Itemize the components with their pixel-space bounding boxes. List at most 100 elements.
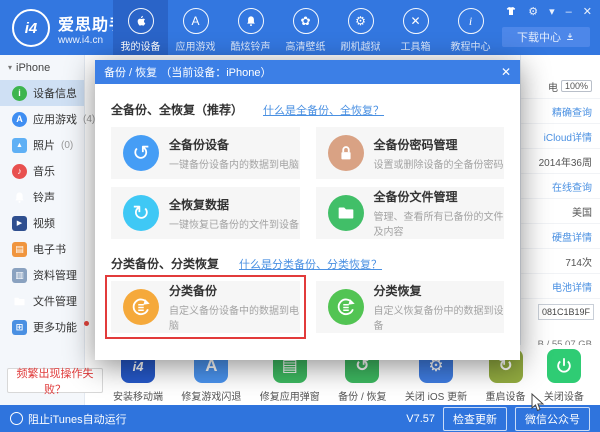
tab-label: 我的设备 xyxy=(121,38,161,53)
sidebar-item-videos[interactable]: ▶ 视频 xyxy=(0,210,84,236)
disk-detail-link[interactable]: 硬盘详情 xyxy=(521,224,600,249)
sidebar-item-label: 电子书 xyxy=(33,241,66,257)
flower-icon: ✿ xyxy=(293,8,319,34)
tool-label: 重启设备 xyxy=(486,388,526,403)
backup-password-card[interactable]: 全备份密码管理 设置或删除设备的全备份密码 xyxy=(316,127,505,179)
card-title: 分类备份 xyxy=(169,282,300,299)
full-restore-data-card[interactable]: ↻ 全恢复数据 一键恢复已备份的文件到设备 xyxy=(111,187,300,239)
category-backup-icon xyxy=(123,289,159,325)
download-icon xyxy=(565,32,575,42)
sidebar-item-label: 音乐 xyxy=(33,163,55,179)
category-backup-card[interactable]: 分类备份 自定义备份设备中的数据到电脑 xyxy=(111,281,300,333)
block-itunes-toggle[interactable]: 阻止iTunes自动运行 xyxy=(10,411,127,427)
status-bar: 阻止iTunes自动运行 V7.57 检查更新 微信公众号 xyxy=(0,405,600,432)
sidebar: ▾ iPhone i 设备信息 A 应用游戏 (4) ▲ 照片 (0) ♪ 音乐… xyxy=(0,55,85,405)
tab-my-devices[interactable]: 我的设备 xyxy=(113,0,168,55)
tab-label: 酷炫铃声 xyxy=(231,38,271,53)
tab-wallpapers[interactable]: ✿ 高清壁纸 xyxy=(278,0,333,55)
appstore-icon: A xyxy=(12,112,27,127)
minimize-icon[interactable]: – xyxy=(566,7,572,18)
sidebar-item-device-info[interactable]: i 设备信息 xyxy=(0,80,84,106)
sidebar-item-label: 文件管理 xyxy=(33,293,77,309)
tab-apps-games[interactable]: A 应用游戏 xyxy=(168,0,223,55)
tab-ringtones[interactable]: 酷炫铃声 xyxy=(223,0,278,55)
download-center-button[interactable]: 下载中心 xyxy=(502,27,590,47)
section-title: 全备份、全恢复（推荐） xyxy=(111,101,243,118)
download-center-label: 下载中心 xyxy=(517,29,561,45)
section-title: 分类备份、分类恢复 xyxy=(111,255,219,272)
sidebar-item-label: 应用游戏 xyxy=(33,111,77,127)
toolbox-icon: ✕ xyxy=(403,8,429,34)
tab-label: 工具箱 xyxy=(401,38,431,53)
what-is-category-backup-link[interactable]: 什么是分类备份、分类恢复？ xyxy=(239,256,382,272)
what-is-full-backup-link[interactable]: 什么是全备份、全恢复？ xyxy=(263,102,384,118)
dialog-title: 备份 / 恢复 （当前设备：iPhone） xyxy=(104,64,271,80)
category-backup-section-header: 分类备份、分类恢复 什么是分类备份、分类恢复？ xyxy=(111,255,504,272)
wechat-official-button[interactable]: 微信公众号 xyxy=(515,407,590,431)
tab-label: 刷机越狱 xyxy=(341,38,381,53)
jailbreak-gear-icon: ⚙ xyxy=(348,8,374,34)
power-icon xyxy=(547,349,581,383)
production-week-value: 2014年36周 xyxy=(521,149,600,174)
sidebar-item-ebooks[interactable]: ▤ 电子书 xyxy=(0,236,84,262)
online-query-link[interactable]: 在线查询 xyxy=(521,174,600,199)
close-icon[interactable]: ✕ xyxy=(583,7,592,18)
device-detail-panel: 电 100% 精确查询 iCloud详情 2014年36周 在线查询 美国 硬盘… xyxy=(520,55,600,347)
dialog-header[interactable]: 备份 / 恢复 （当前设备：iPhone） ✕ xyxy=(95,60,520,84)
item-count: (0) xyxy=(61,140,73,151)
sidebar-item-label: 照片 xyxy=(33,137,55,153)
appstore-icon: A xyxy=(183,8,209,34)
sidebar-item-photos[interactable]: ▲ 照片 (0) xyxy=(0,132,84,158)
sidebar-item-data-management[interactable]: ▥ 资料管理 xyxy=(0,262,84,288)
sidebar-item-more-features[interactable]: ⊞ 更多功能 xyxy=(0,314,84,340)
tab-label: 应用游戏 xyxy=(176,38,216,53)
shutdown-device-button[interactable]: 关闭设备 xyxy=(544,349,584,405)
bell-icon xyxy=(238,8,264,34)
sidebar-item-label: 铃声 xyxy=(33,189,55,205)
nav-tabs: 我的设备 A 应用游戏 酷炫铃声 ✿ 高清壁纸 ⚙ 刷机越狱 ✕ 工具箱 i 教… xyxy=(113,0,498,55)
tool-label: 备份 / 恢复 xyxy=(338,388,386,403)
item-count: (4) xyxy=(83,114,95,125)
card-desc: 自定义备份设备中的数据到电脑 xyxy=(169,302,300,332)
frequent-failure-help-button[interactable]: 频繁出现操作失败？ xyxy=(7,368,103,393)
precise-query-link[interactable]: 精确查询 xyxy=(521,99,600,124)
tab-toolbox[interactable]: ✕ 工具箱 xyxy=(388,0,443,55)
device-tree-header[interactable]: ▾ iPhone xyxy=(0,55,84,80)
battery-percent-badge: 100% xyxy=(561,80,592,92)
card-desc: 管理、查看所有已备份的文件及内容 xyxy=(374,208,505,238)
tab-flash-jailbreak[interactable]: ⚙ 刷机越狱 xyxy=(333,0,388,55)
settings-gear-icon[interactable]: ⚙ xyxy=(528,7,538,18)
full-backup-device-card[interactable]: ↺ 全备份设备 一键备份设备内的数据到电脑 xyxy=(111,127,300,179)
battery-detail-link[interactable]: 电池详情 xyxy=(521,274,600,299)
notification-dot xyxy=(84,321,89,326)
data-card-icon: ▥ xyxy=(12,268,27,283)
skin-icon[interactable] xyxy=(505,5,517,20)
menu-dropdown-icon[interactable]: ▾ xyxy=(549,7,555,18)
icloud-detail-link[interactable]: iCloud详情 xyxy=(521,124,600,149)
close-icon[interactable]: ✕ xyxy=(501,65,511,79)
video-icon: ▶ xyxy=(12,216,27,231)
book-icon: ▤ xyxy=(12,242,27,257)
serial-number-row: 081C1B19F xyxy=(521,299,600,325)
category-restore-icon xyxy=(328,289,364,325)
tab-tutorials[interactable]: i 教程中心 xyxy=(443,0,498,55)
full-backup-section-header: 全备份、全恢复（推荐） 什么是全备份、全恢复？ xyxy=(111,101,504,118)
charge-count-value: 714次 xyxy=(521,249,600,274)
card-title: 全恢复数据 xyxy=(169,196,299,213)
sidebar-item-file-management[interactable]: 文件管理 xyxy=(0,288,84,314)
full-backup-grid: ↺ 全备份设备 一键备份设备内的数据到电脑 全备份密码管理 设置或删除设备的全备… xyxy=(111,127,504,239)
sidebar-item-apps-games[interactable]: A 应用游戏 (4) xyxy=(0,106,84,132)
check-update-button[interactable]: 检查更新 xyxy=(443,407,507,431)
tab-label: 高清壁纸 xyxy=(286,38,326,53)
sidebar-item-label: 更多功能 xyxy=(33,319,77,335)
version-label: V7.57 xyxy=(406,413,435,425)
backup-file-management-card[interactable]: 全备份文件管理 管理、查看所有已备份的文件及内容 xyxy=(316,187,505,239)
sidebar-item-music[interactable]: ♪ 音乐 xyxy=(0,158,84,184)
backup-arrow-icon: ↺ xyxy=(123,135,159,171)
tool-label: 关闭 iOS 更新 xyxy=(405,388,467,403)
tab-label: 教程中心 xyxy=(451,38,491,53)
sidebar-item-ringtones[interactable]: 铃声 xyxy=(0,184,84,210)
tool-label: 修复应用弹窗 xyxy=(260,388,320,403)
category-restore-card[interactable]: 分类恢复 自定义恢复备份中的数据到设备 xyxy=(316,281,505,333)
card-desc: 一键备份设备内的数据到电脑 xyxy=(169,156,299,171)
